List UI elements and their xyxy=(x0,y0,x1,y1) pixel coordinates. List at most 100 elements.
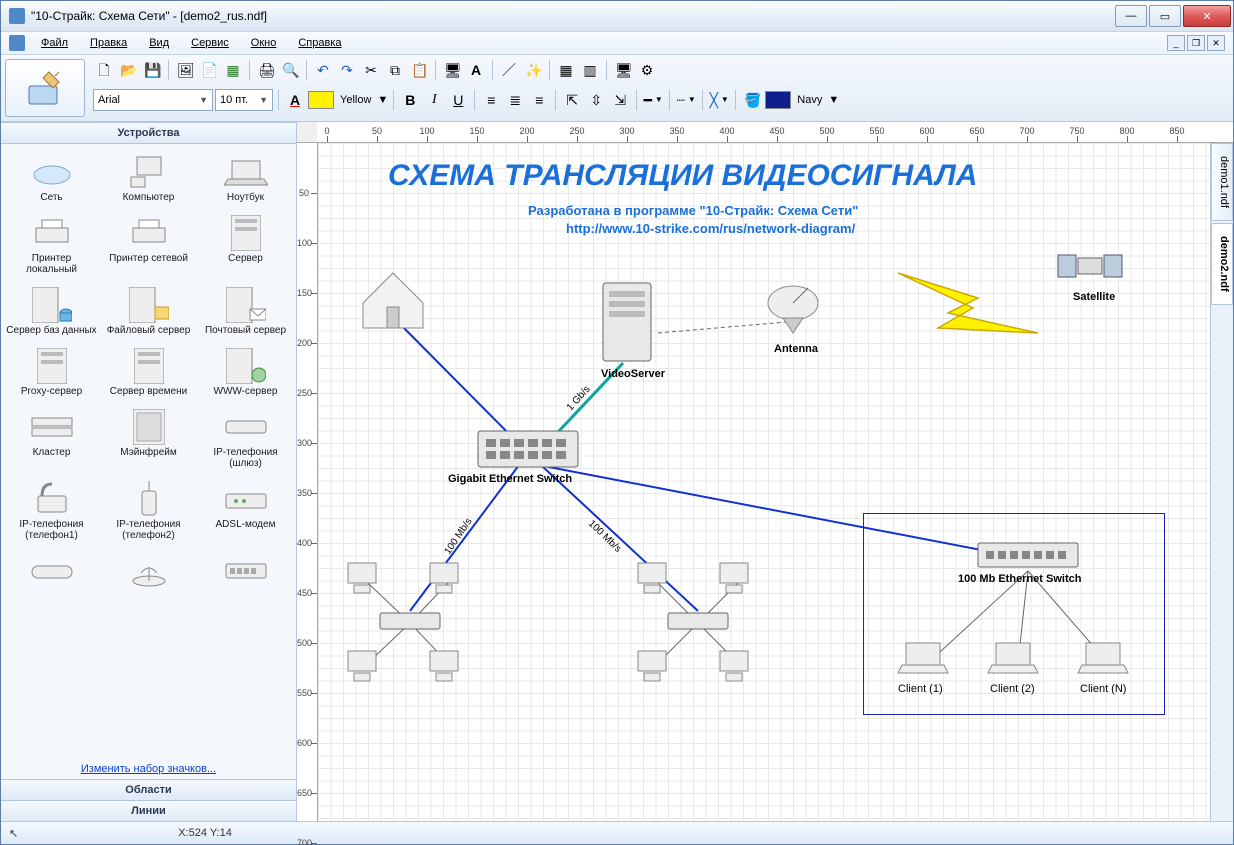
regions-panel-header[interactable]: Области xyxy=(1,779,296,800)
menu-edit[interactable]: Правка xyxy=(80,35,137,51)
underline-button[interactable]: U xyxy=(447,89,469,111)
device-phone[interactable]: IP-телефония (телефон1) xyxy=(3,477,100,549)
device-serverf[interactable]: Файловый сервер xyxy=(100,283,197,344)
menu-view[interactable]: Вид xyxy=(139,35,179,51)
mdi-close-button[interactable]: ✕ xyxy=(1207,35,1225,51)
italic-button[interactable]: I xyxy=(423,89,445,111)
sidebar: Устройства СетьКомпьютерНоутбук Принтер л… xyxy=(1,122,297,821)
mdi-restore-button[interactable]: ❐ xyxy=(1187,35,1205,51)
menu-service[interactable]: Сервис xyxy=(181,35,239,51)
device-phone2[interactable]: IP-телефония (телефон2) xyxy=(100,477,197,549)
paste-button[interactable]: 📋 xyxy=(408,59,430,81)
line-tool-button[interactable]: ／ xyxy=(498,59,520,81)
device-server[interactable]: Proxy-сервер xyxy=(3,344,100,405)
print-preview-button[interactable]: 🔍 xyxy=(279,59,301,81)
device-pc[interactable]: Компьютер xyxy=(100,150,197,211)
fill-color-label: Yellow xyxy=(336,94,375,106)
close-button[interactable]: ✕ xyxy=(1183,5,1231,27)
wand-button[interactable]: ✨ xyxy=(522,59,544,81)
cut-button[interactable]: ✂ xyxy=(360,59,382,81)
change-iconset-link[interactable]: Изменить набор значков... xyxy=(1,759,296,779)
label-client-n[interactable]: Client (N) xyxy=(1080,683,1126,695)
menu-window[interactable]: Окно xyxy=(241,35,287,51)
redo-button[interactable]: ↷ xyxy=(336,59,358,81)
toolbar-standard: 🗋 📂 💾 🖼 📄 ▦ 🖨 🔍 ↶ ↷ ✂ ⧉ 📋 🖥 A xyxy=(89,55,1233,85)
export-image-button[interactable]: 🖼 xyxy=(174,59,196,81)
device-cluster[interactable]: Кластер xyxy=(3,405,100,477)
copy-button[interactable]: ⧉ xyxy=(384,59,406,81)
align-tool-button[interactable]: ▥ xyxy=(579,59,601,81)
toolbar-format: Arial▼ 10 пт.▼ A Yellow▼ B I U ≡ ≣ ≡ ⇱ ⇳… xyxy=(89,85,1233,115)
bold-button[interactable]: B xyxy=(399,89,421,111)
mdi-minimize-button[interactable]: _ xyxy=(1167,35,1185,51)
label-client-2[interactable]: Client (2) xyxy=(990,683,1035,695)
line-type-button[interactable]: ╳▼ xyxy=(708,89,730,111)
tab-demo1[interactable]: demo1.ndf xyxy=(1211,143,1233,221)
print-button[interactable]: 🖨 xyxy=(255,59,277,81)
line-style-button[interactable]: ┈▼ xyxy=(675,89,697,111)
devices-panel-header[interactable]: Устройства xyxy=(1,122,296,144)
export-visio-button[interactable]: ▦ xyxy=(222,59,244,81)
device-serverdb[interactable]: Сервер баз данных xyxy=(3,283,100,344)
line-color-label: Navy xyxy=(793,94,826,106)
app-window: "10-Страйк: Схема Сети" - [demo2_rus.ndf… xyxy=(0,0,1234,845)
device-wifi[interactable] xyxy=(100,549,197,599)
settings-button[interactable]: ⚙ xyxy=(636,59,658,81)
label-gigabit-switch[interactable]: Gigabit Ethernet Switch xyxy=(448,473,572,485)
valign-mid-button[interactable]: ⇳ xyxy=(585,89,607,111)
tab-demo2[interactable]: demo2.ndf xyxy=(1211,223,1233,305)
align-right-button[interactable]: ≡ xyxy=(528,89,550,111)
toolbar-area: 🗋 📂 💾 🖼 📄 ▦ 🖨 🔍 ↶ ↷ ✂ ⧉ 📋 🖥 A xyxy=(1,55,1233,122)
device-cloud[interactable]: Сеть xyxy=(3,150,100,211)
label-antenna[interactable]: Antenna xyxy=(774,343,818,355)
fill-color-swatch[interactable] xyxy=(308,91,334,109)
device-mainframe[interactable]: Мэйнфрейм xyxy=(100,405,197,477)
label-client-1[interactable]: Client (1) xyxy=(898,683,943,695)
save-button[interactable]: 💾 xyxy=(141,59,163,81)
valign-bot-button[interactable]: ⇲ xyxy=(609,89,631,111)
device-serverm[interactable]: Почтовый сервер xyxy=(197,283,294,344)
canvas[interactable]: СХЕМА ТРАНСЛЯЦИИ ВИДЕОСИГНАЛА Разработан… xyxy=(318,143,1210,821)
line-width-button[interactable]: ━▼ xyxy=(642,89,664,111)
paint-button[interactable]: 🪣 xyxy=(741,89,763,111)
device-server[interactable]: Сервер времени xyxy=(100,344,197,405)
line-color-swatch[interactable] xyxy=(765,91,791,109)
maximize-button[interactable]: ▭ xyxy=(1149,5,1181,27)
snap-button[interactable]: ▦ xyxy=(555,59,577,81)
device-switch[interactable] xyxy=(197,549,294,599)
label-100mb-switch[interactable]: 100 Mb Ethernet Switch xyxy=(958,573,1081,585)
doc-icon xyxy=(9,35,25,51)
label-videoserver[interactable]: VideoServer xyxy=(601,368,665,380)
device-server[interactable]: Сервер xyxy=(197,211,294,283)
lines-panel-header[interactable]: Линии xyxy=(1,800,296,821)
window-title: "10-Страйк: Схема Сети" - [demo2_rus.ndf… xyxy=(31,9,1113,23)
menu-file[interactable]: Файл xyxy=(31,35,78,51)
font-size-combo[interactable]: 10 пт.▼ xyxy=(215,89,273,111)
add-text-button[interactable]: A xyxy=(465,59,487,81)
align-left-button[interactable]: ≡ xyxy=(480,89,502,111)
device-printer[interactable]: Принтер локальный xyxy=(3,211,100,283)
device-laptop[interactable]: Ноутбук xyxy=(197,150,294,211)
open-button[interactable]: 📂 xyxy=(117,59,139,81)
new-button[interactable]: 🗋 xyxy=(93,59,115,81)
device-serverw[interactable]: WWW-сервер xyxy=(197,344,294,405)
device-router[interactable] xyxy=(3,549,100,599)
scan-wizard-button[interactable] xyxy=(5,59,85,117)
ruler-corner xyxy=(297,122,318,143)
add-device-button[interactable]: 🖥 xyxy=(441,59,463,81)
font-color-button[interactable]: A xyxy=(284,89,306,111)
statusbar: ↖ X:524 Y:14 xyxy=(1,821,1233,844)
export-xml-button[interactable]: 📄 xyxy=(198,59,220,81)
inventory-button[interactable]: 🖥 xyxy=(612,59,634,81)
undo-button[interactable]: ↶ xyxy=(312,59,334,81)
ruler-horizontal: 0501001502002503003504004505005506006507… xyxy=(317,122,1233,143)
minimize-button[interactable]: — xyxy=(1115,5,1147,27)
label-satellite[interactable]: Satellite xyxy=(1073,291,1115,303)
font-name-combo[interactable]: Arial▼ xyxy=(93,89,213,111)
valign-top-button[interactable]: ⇱ xyxy=(561,89,583,111)
device-modem[interactable]: ADSL-модем xyxy=(197,477,294,549)
device-printer[interactable]: Принтер сетевой xyxy=(100,211,197,283)
device-ipgw[interactable]: IP-телефония (шлюз) xyxy=(197,405,294,477)
align-center-button[interactable]: ≣ xyxy=(504,89,526,111)
menu-help[interactable]: Справка xyxy=(288,35,351,51)
